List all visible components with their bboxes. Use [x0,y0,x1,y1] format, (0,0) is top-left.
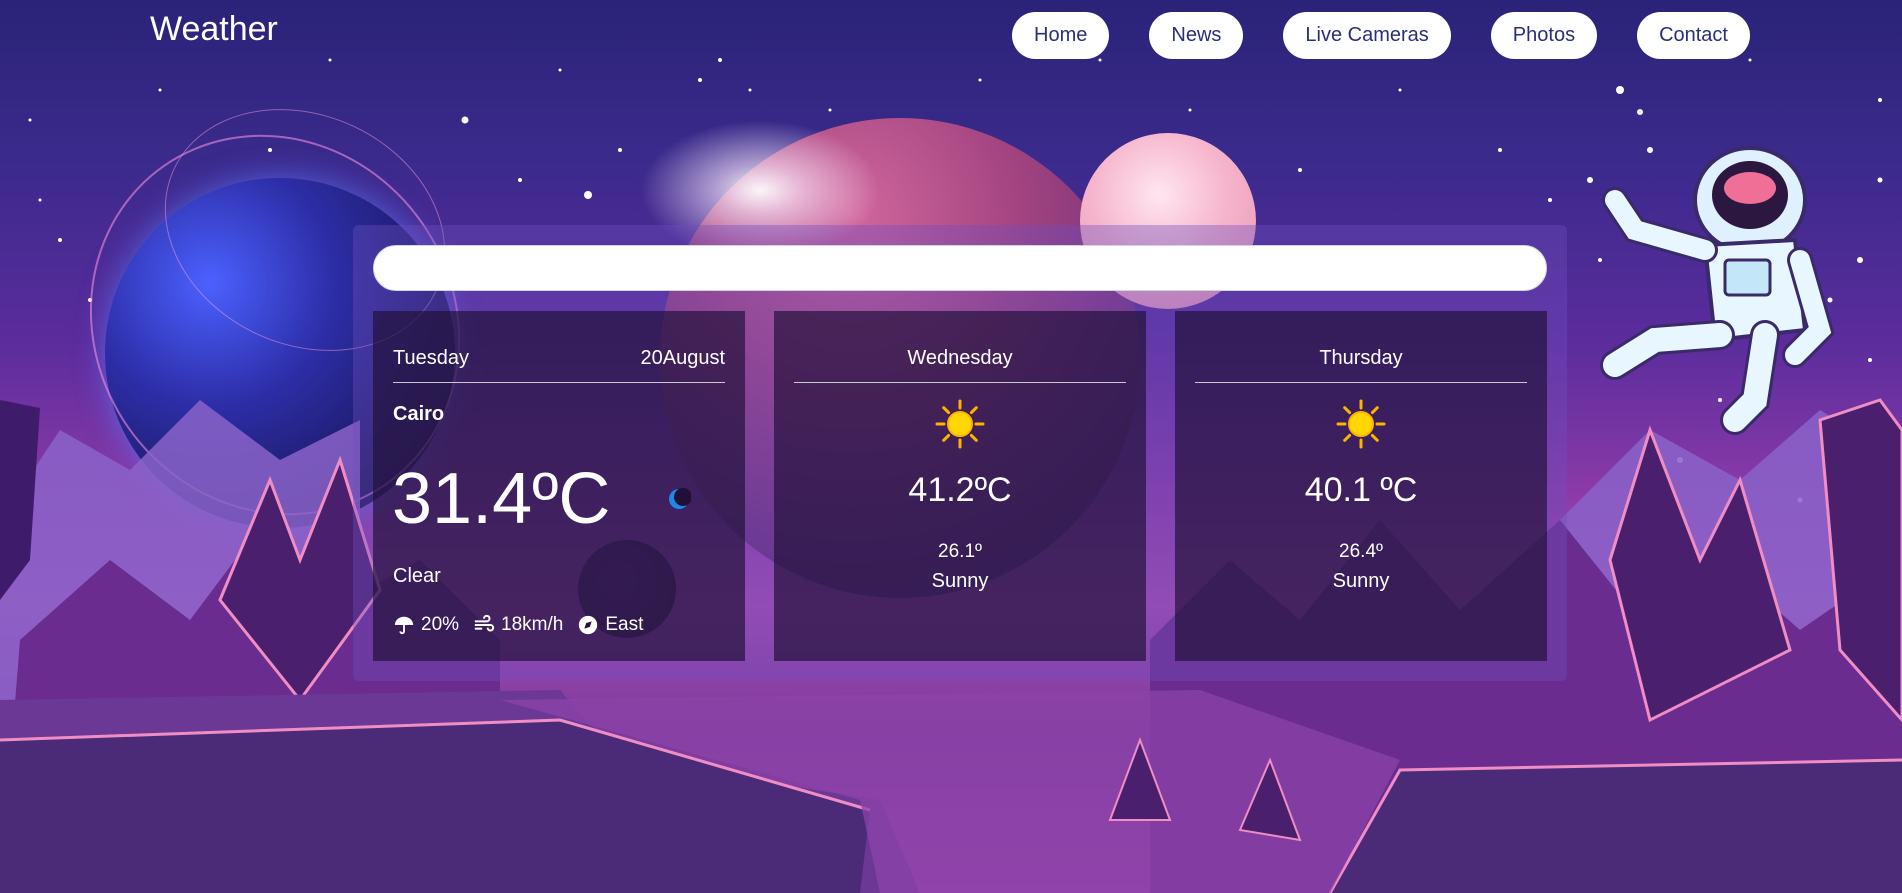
forecast-day: Thursday [1319,347,1403,369]
forecast-high: 40.1 ºC [1304,471,1418,509]
wind-icon [474,614,495,632]
forecast-low: 26.1º [938,541,982,562]
nav-home[interactable]: Home [1012,12,1110,59]
card-header: Wednesday [794,347,1126,383]
forecast-low: 26.4º [1339,541,1383,562]
today-date: 20August [640,347,725,369]
forecast-card: Thursday 40.1 ºC 26.4º Sunny [1175,311,1547,661]
rain-value: 20% [421,614,460,635]
sun-icon [935,399,985,449]
forecast-card: Wednesday 41.2ºC 26.1º Sunny [774,311,1146,661]
city-name: Cairo [393,403,445,425]
forecast-high: 41.2ºC [908,471,1012,509]
card-header: Tuesday 20August [393,347,725,383]
forecast-condition: Sunny [1332,570,1390,592]
moon-icon [669,488,691,509]
today-card: Tuesday 20August Cairo 31.4ºC Clear 20% … [373,311,745,661]
main-nav: Home News Live Cameras Photos Contact [1012,12,1750,59]
wind-direction: East [577,614,643,636]
sun-icon [1336,399,1386,449]
compass-icon [579,615,598,635]
wind-direction-value: East [605,614,644,635]
weather-details: 20% 18km/h East [393,614,657,636]
forecast-condition: Sunny [931,570,989,592]
astronaut-illustration [1600,146,1835,435]
forecast-day: Wednesday [907,347,1013,369]
wind-speed: 18km/h [473,614,563,636]
umbrella-icon [394,616,414,635]
current-temperature: 31.4ºC [392,459,611,539]
current-condition: Clear [393,565,441,587]
brand-logo[interactable]: Weather [150,10,278,49]
nav-news[interactable]: News [1149,12,1244,59]
nav-contact[interactable]: Contact [1637,12,1750,59]
nav-photos[interactable]: Photos [1490,12,1598,59]
card-header: Thursday [1195,347,1527,383]
rain-chance: 20% [393,614,459,636]
today-day: Tuesday [393,347,469,369]
nav-live-cameras[interactable]: Live Cameras [1283,12,1451,59]
search-input[interactable] [373,245,1547,291]
wind-speed-value: 18km/h [501,614,564,635]
